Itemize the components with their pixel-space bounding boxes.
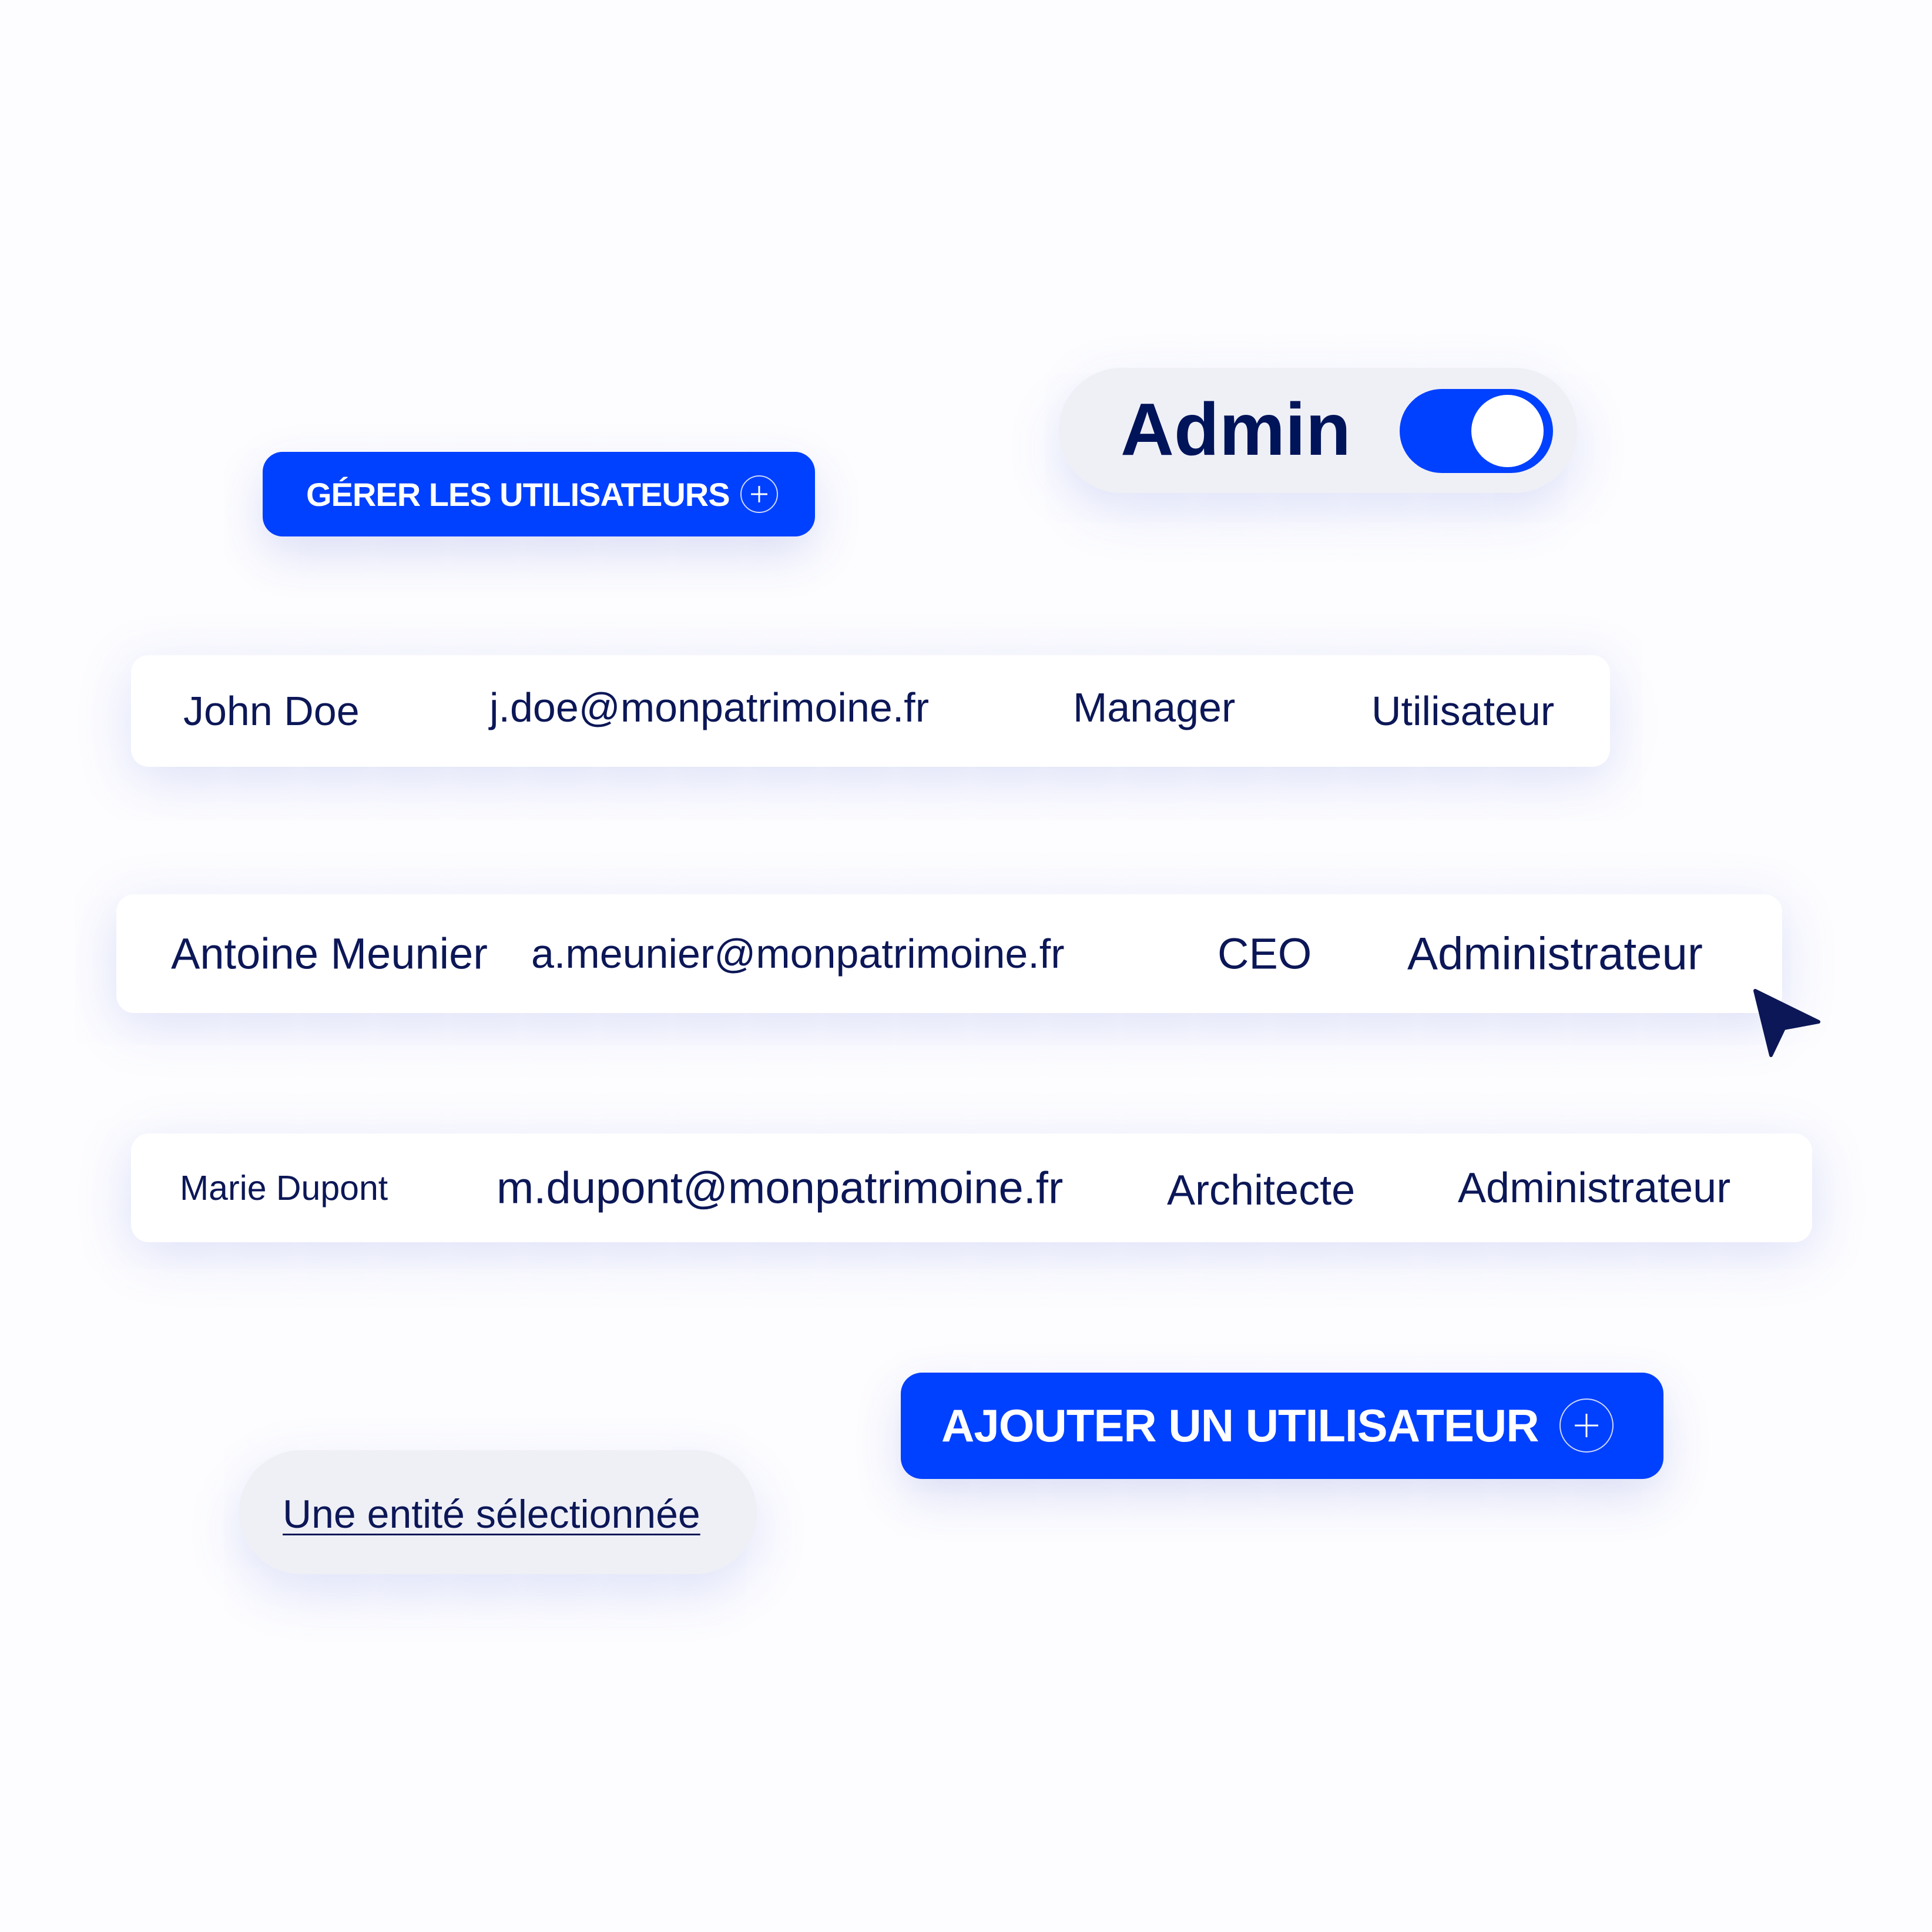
user-row[interactable]: Marie Dupont m.dupont@monpatrimoine.fr A…: [131, 1133, 1812, 1242]
add-user-label: AJOUTER UN UTILISATEUR: [941, 1400, 1539, 1451]
selected-entity-link[interactable]: Une entité sélectionnée: [283, 1491, 700, 1537]
user-title: Architecte: [1167, 1166, 1356, 1214]
admin-label: Admin: [1121, 388, 1351, 471]
admin-toggle-card: Admin: [1059, 368, 1577, 493]
manage-users-label: GÉRER LES UTILISATEURS: [306, 475, 730, 513]
user-name: John Doe: [183, 688, 360, 734]
user-email: j.doe@monpatrimoine.fr: [489, 685, 930, 730]
user-role: Administrateur: [1458, 1164, 1731, 1212]
manage-users-button[interactable]: GÉRER LES UTILISATEURS: [263, 452, 815, 536]
user-role: Administrateur: [1407, 927, 1703, 980]
plus-circle-icon: [740, 475, 778, 513]
user-title: Manager: [1073, 685, 1236, 730]
cursor-arrow-icon: [1753, 989, 1820, 1057]
user-row[interactable]: Antoine Meunier a.meunier@monpatrimoine.…: [116, 894, 1782, 1013]
user-title: CEO: [1217, 929, 1312, 978]
selected-entity-pill: Une entité sélectionnée: [239, 1450, 757, 1574]
user-name: Antoine Meunier: [171, 929, 488, 978]
user-email: a.meunier@monpatrimoine.fr: [531, 931, 1065, 977]
user-role: Utilisateur: [1371, 688, 1555, 734]
add-user-button[interactable]: AJOUTER UN UTILISATEUR: [901, 1373, 1663, 1479]
toggle-knob: [1471, 395, 1544, 467]
user-name: Marie Dupont: [180, 1168, 388, 1208]
user-email: m.dupont@monpatrimoine.fr: [497, 1163, 1064, 1213]
user-row[interactable]: John Doe j.doe@monpatrimoine.fr Manager …: [131, 655, 1610, 767]
plus-circle-icon: [1559, 1398, 1614, 1453]
admin-toggle-switch[interactable]: [1400, 389, 1553, 473]
